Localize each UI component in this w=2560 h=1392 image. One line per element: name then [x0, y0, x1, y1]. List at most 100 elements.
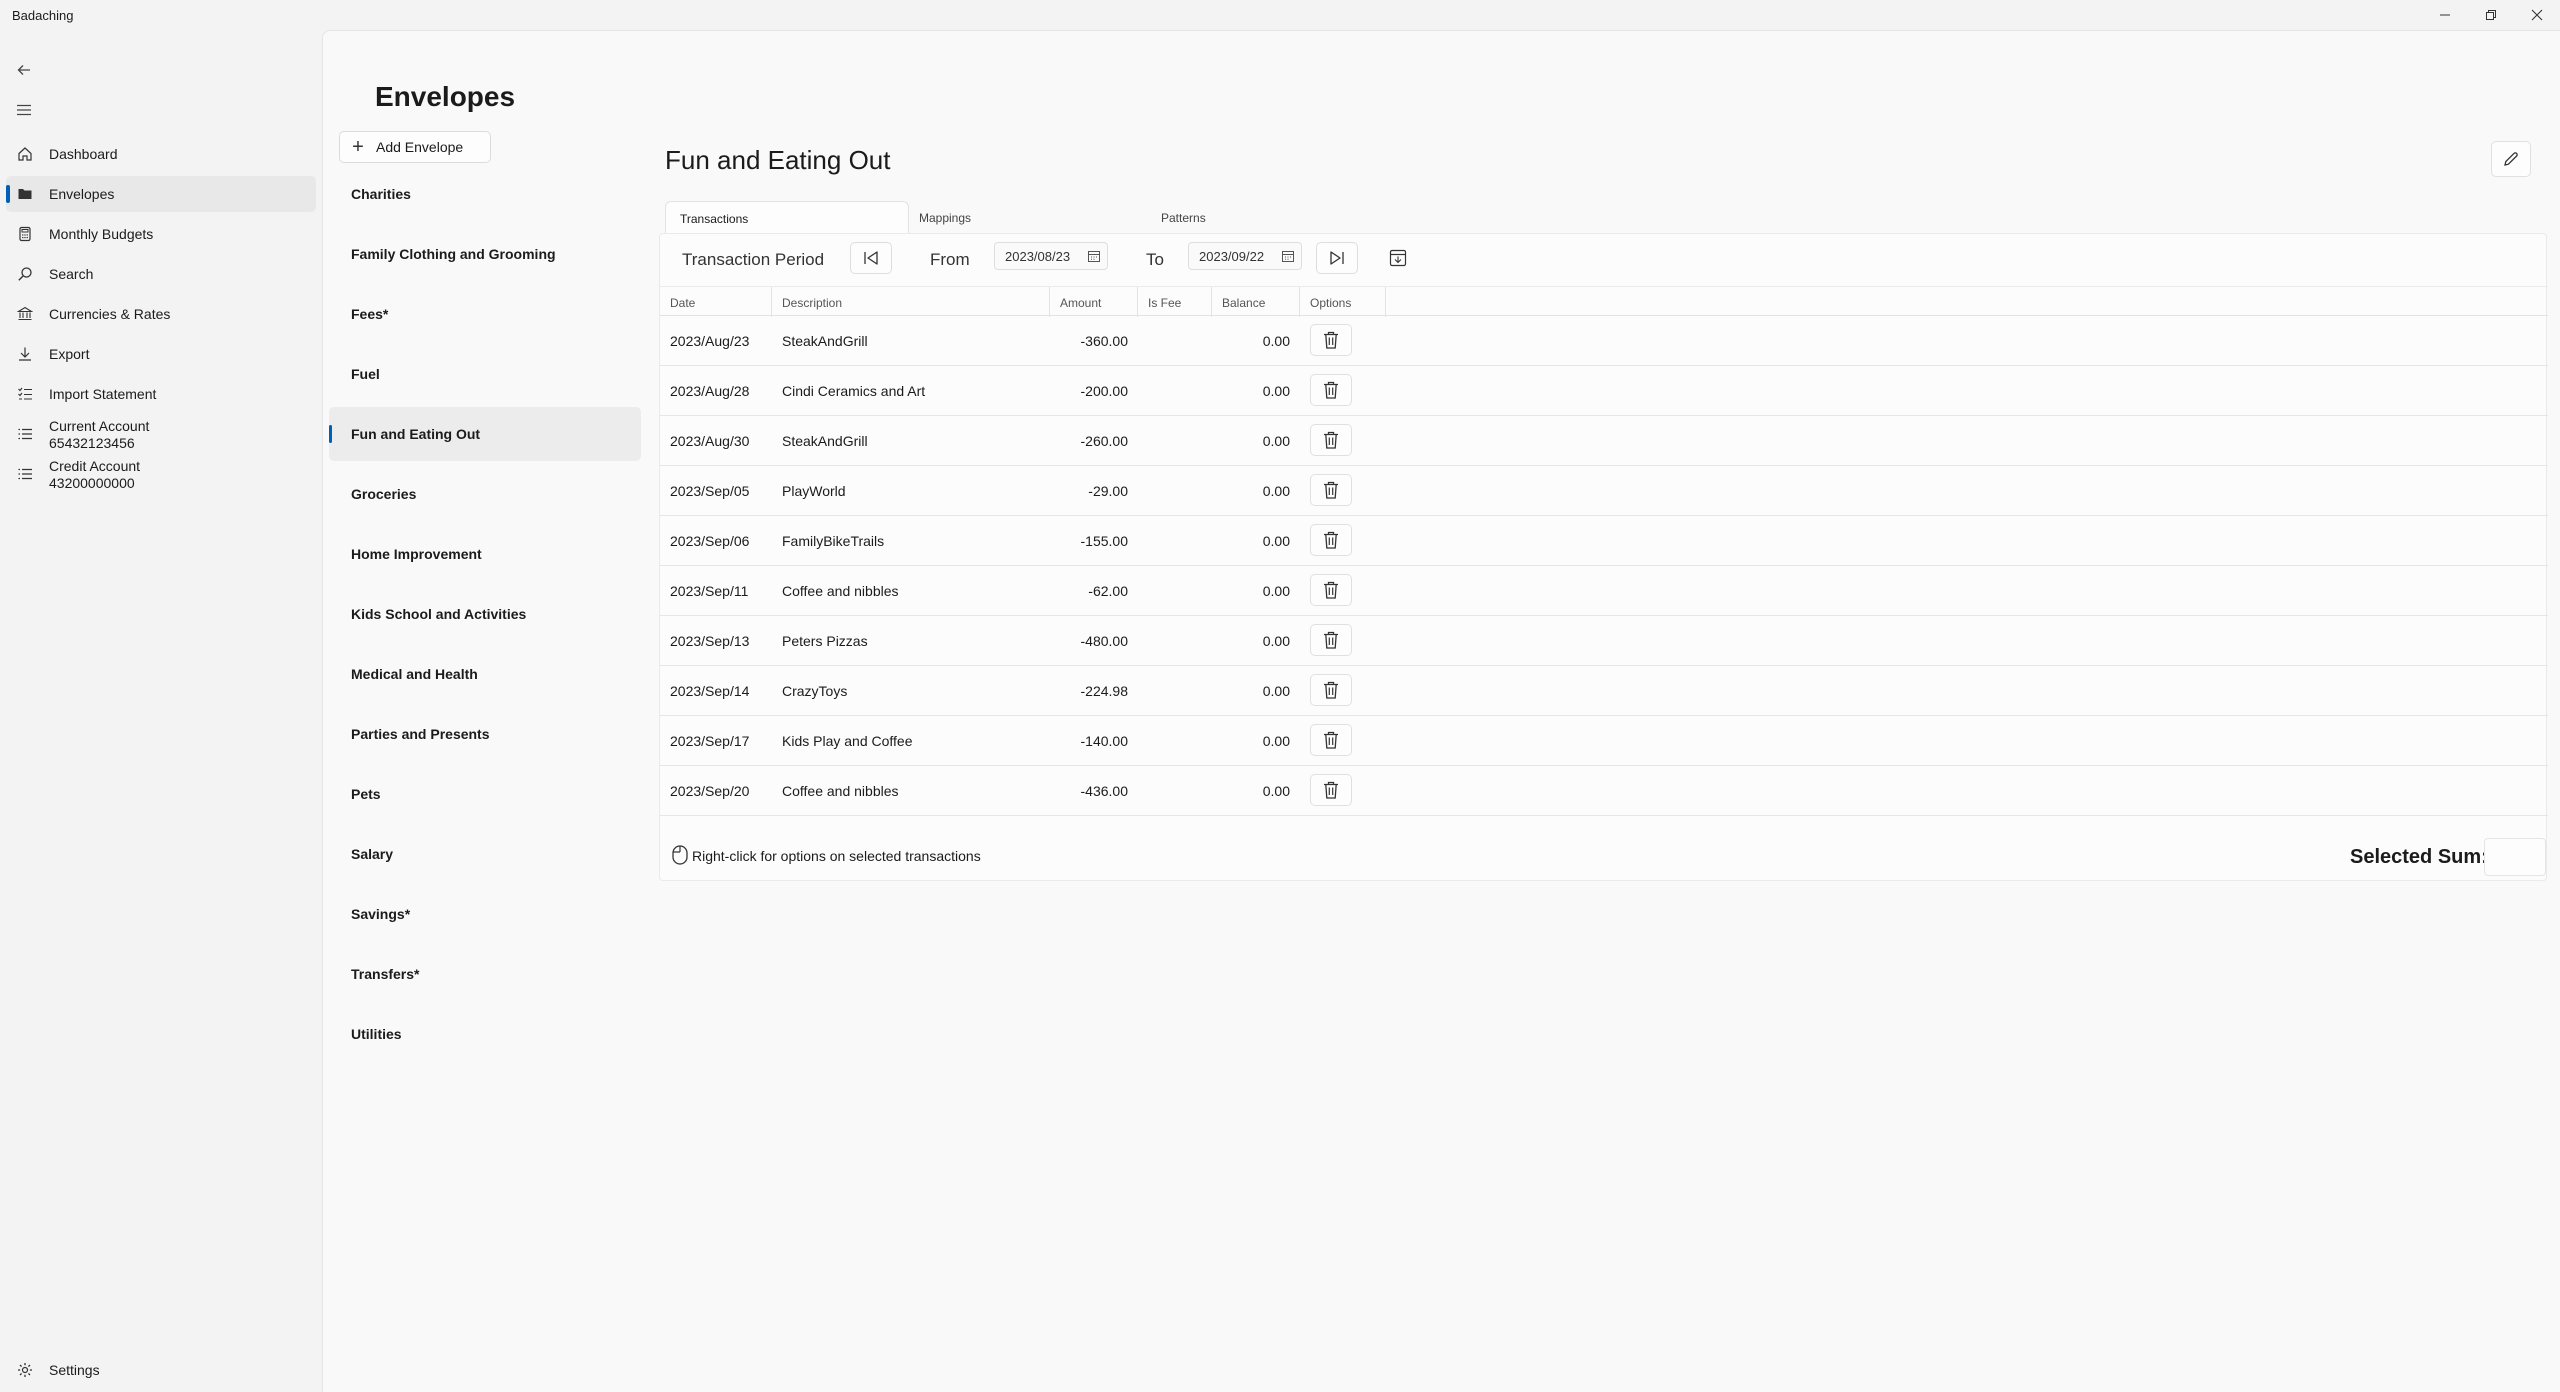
previous-period-button[interactable]	[850, 242, 892, 274]
table-row[interactable]: 2023/Sep/17 Kids Play and Coffee -140.00 0.…	[660, 716, 2548, 766]
column-header-description[interactable]: Description	[772, 287, 1050, 317]
calculator-icon	[16, 225, 34, 243]
envelope-item[interactable]: Utilities	[329, 1007, 641, 1061]
trash-icon	[1324, 531, 1338, 549]
envelope-item[interactable]: Fees*	[329, 287, 641, 341]
nav-item-credit-account[interactable]: Credit Account 43200000000	[6, 454, 316, 494]
nav-item-monthly-budgets[interactable]: Monthly Budgets	[6, 216, 316, 252]
calendar-icon	[1088, 251, 1100, 262]
cell-is-fee	[1148, 316, 1208, 366]
cell-balance: 0.00	[1262, 583, 1290, 599]
column-header-balance[interactable]: Balance	[1212, 287, 1300, 317]
nav-item-envelopes[interactable]: Envelopes	[6, 176, 316, 212]
bank-icon	[16, 305, 34, 323]
cell-date: 2023/Aug/28	[670, 383, 750, 399]
table-row[interactable]: 2023/Aug/28 Cindi Ceramics and Art -200.00…	[660, 366, 2548, 416]
envelope-item[interactable]: Medical and Health	[329, 647, 641, 701]
nav-item-current-account[interactable]: Current Account 65432123456	[6, 414, 316, 454]
transactions-card: Transaction Period From 2023/08/23 To 20…	[659, 233, 2548, 881]
trash-icon	[1324, 381, 1338, 399]
table-row[interactable]: 2023/Aug/23 SteakAndGrill -360.00 0.00	[660, 316, 2548, 366]
nav-item-export[interactable]: Export	[6, 336, 316, 372]
delete-transaction-button[interactable]	[1310, 524, 1352, 556]
transaction-period-bar: Transaction Period From 2023/08/23 To 20…	[660, 234, 2548, 286]
tab-mappings[interactable]: Mappings	[905, 201, 1149, 233]
table-row[interactable]: 2023/Sep/20 Coffee and nibbles -436.00 0.00	[660, 766, 2548, 816]
cell-amount: -224.98	[1080, 683, 1128, 699]
delete-transaction-button[interactable]	[1310, 624, 1352, 656]
envelope-item[interactable]: Kids School and Activities	[329, 587, 641, 641]
table-row[interactable]: 2023/Aug/30 SteakAndGrill -260.00 0.00	[660, 416, 2548, 466]
nav-label-monthly-budgets: Monthly Budgets	[49, 225, 154, 242]
nav-label-export: Export	[49, 345, 90, 362]
table-row[interactable]: 2023/Sep/11 Coffee and nibbles -62.00 0.00	[660, 566, 2548, 616]
cell-is-fee	[1148, 366, 1208, 416]
envelope-item-selected[interactable]: Fun and Eating Out	[329, 407, 641, 461]
envelope-item[interactable]: Groceries	[329, 467, 641, 521]
envelope-item[interactable]: Salary	[329, 827, 641, 881]
column-header-options[interactable]: Options	[1300, 287, 1386, 317]
current-period-button[interactable]	[1380, 242, 1416, 274]
to-date-picker[interactable]: 2023/09/22	[1188, 242, 1302, 270]
column-header-amount[interactable]: Amount	[1050, 287, 1138, 317]
envelope-item[interactable]: Family Clothing and Grooming	[329, 227, 641, 281]
table-row[interactable]: 2023/Sep/14 CrazyToys -224.98 0.00	[660, 666, 2548, 716]
title-bar: Badaching	[0, 0, 2560, 30]
delete-transaction-button[interactable]	[1310, 424, 1352, 456]
navigation-pane: Dashboard Envelopes Monthly Budgets Sear…	[0, 30, 320, 1392]
envelope-item[interactable]: Parties and Presents	[329, 707, 641, 761]
next-period-button[interactable]	[1316, 242, 1358, 274]
delete-transaction-button[interactable]	[1310, 724, 1352, 756]
content-area: Envelopes + Add Envelope Charities Famil…	[322, 30, 2560, 1392]
envelope-label: Fees*	[351, 306, 389, 322]
trash-icon	[1324, 731, 1338, 749]
skip-back-icon	[864, 251, 878, 265]
list-icon	[16, 425, 34, 443]
cell-date: 2023/Aug/30	[670, 433, 750, 449]
minimize-button[interactable]	[2422, 0, 2468, 30]
nav-item-search[interactable]: Search	[6, 256, 316, 292]
nav-item-settings[interactable]: Settings	[6, 1352, 316, 1388]
envelope-item[interactable]: Home Improvement	[329, 527, 641, 581]
delete-transaction-button[interactable]	[1310, 324, 1352, 356]
envelope-item[interactable]: Savings*	[329, 887, 641, 941]
menu-toggle-button[interactable]	[8, 94, 40, 126]
nav-label-current-account: Current Account	[49, 418, 150, 434]
from-date-value: 2023/08/23	[1005, 248, 1071, 264]
tab-patterns[interactable]: Patterns	[1147, 201, 1391, 233]
edit-envelope-button[interactable]	[2491, 141, 2531, 177]
nav-item-dashboard[interactable]: Dashboard	[6, 136, 316, 172]
add-envelope-button[interactable]: + Add Envelope	[339, 131, 491, 163]
envelope-item[interactable]: Pets	[329, 767, 641, 821]
table-row[interactable]: 2023/Sep/13 Peters Pizzas -480.00 0.00	[660, 616, 2548, 666]
nav-label-import-statement: Import Statement	[49, 385, 157, 402]
delete-transaction-button[interactable]	[1310, 474, 1352, 506]
restore-button[interactable]	[2468, 0, 2514, 30]
delete-transaction-button[interactable]	[1310, 574, 1352, 606]
tab-transactions[interactable]: Transactions	[665, 201, 909, 233]
column-header-date[interactable]: Date	[660, 287, 772, 317]
column-header-is-fee[interactable]: Is Fee	[1138, 287, 1212, 317]
from-date-picker[interactable]: 2023/08/23	[994, 242, 1108, 270]
envelope-item[interactable]: Fuel	[329, 347, 641, 401]
nav-label-dashboard: Dashboard	[49, 145, 118, 162]
table-row[interactable]: 2023/Sep/05 PlayWorld -29.00 0.00	[660, 466, 2548, 516]
pencil-icon	[2504, 152, 2518, 166]
close-button[interactable]	[2514, 0, 2560, 30]
nav-item-currencies-rates[interactable]: Currencies & Rates	[6, 296, 316, 332]
delete-transaction-button[interactable]	[1310, 774, 1352, 806]
envelope-item[interactable]: Transfers*	[329, 947, 641, 1001]
selected-sum-label: Selected Sum:	[2350, 846, 2488, 868]
table-row[interactable]: 2023/Sep/06 FamilyBikeTrails -155.00 0.00	[660, 516, 2548, 566]
nav-item-import-statement[interactable]: Import Statement	[6, 376, 316, 412]
table-body: 2023/Aug/23 SteakAndGrill -360.00 0.00 2023/…	[660, 316, 2548, 816]
nav-label-settings: Settings	[49, 1361, 100, 1378]
delete-transaction-button[interactable]	[1310, 674, 1352, 706]
hamburger-icon	[17, 104, 31, 116]
app-title: Badaching	[12, 8, 74, 23]
envelope-item[interactable]: Charities	[329, 167, 641, 221]
cell-description: SteakAndGrill	[782, 433, 868, 449]
back-button[interactable]	[8, 54, 40, 86]
delete-transaction-button[interactable]	[1310, 374, 1352, 406]
cell-amount: -360.00	[1080, 333, 1128, 349]
